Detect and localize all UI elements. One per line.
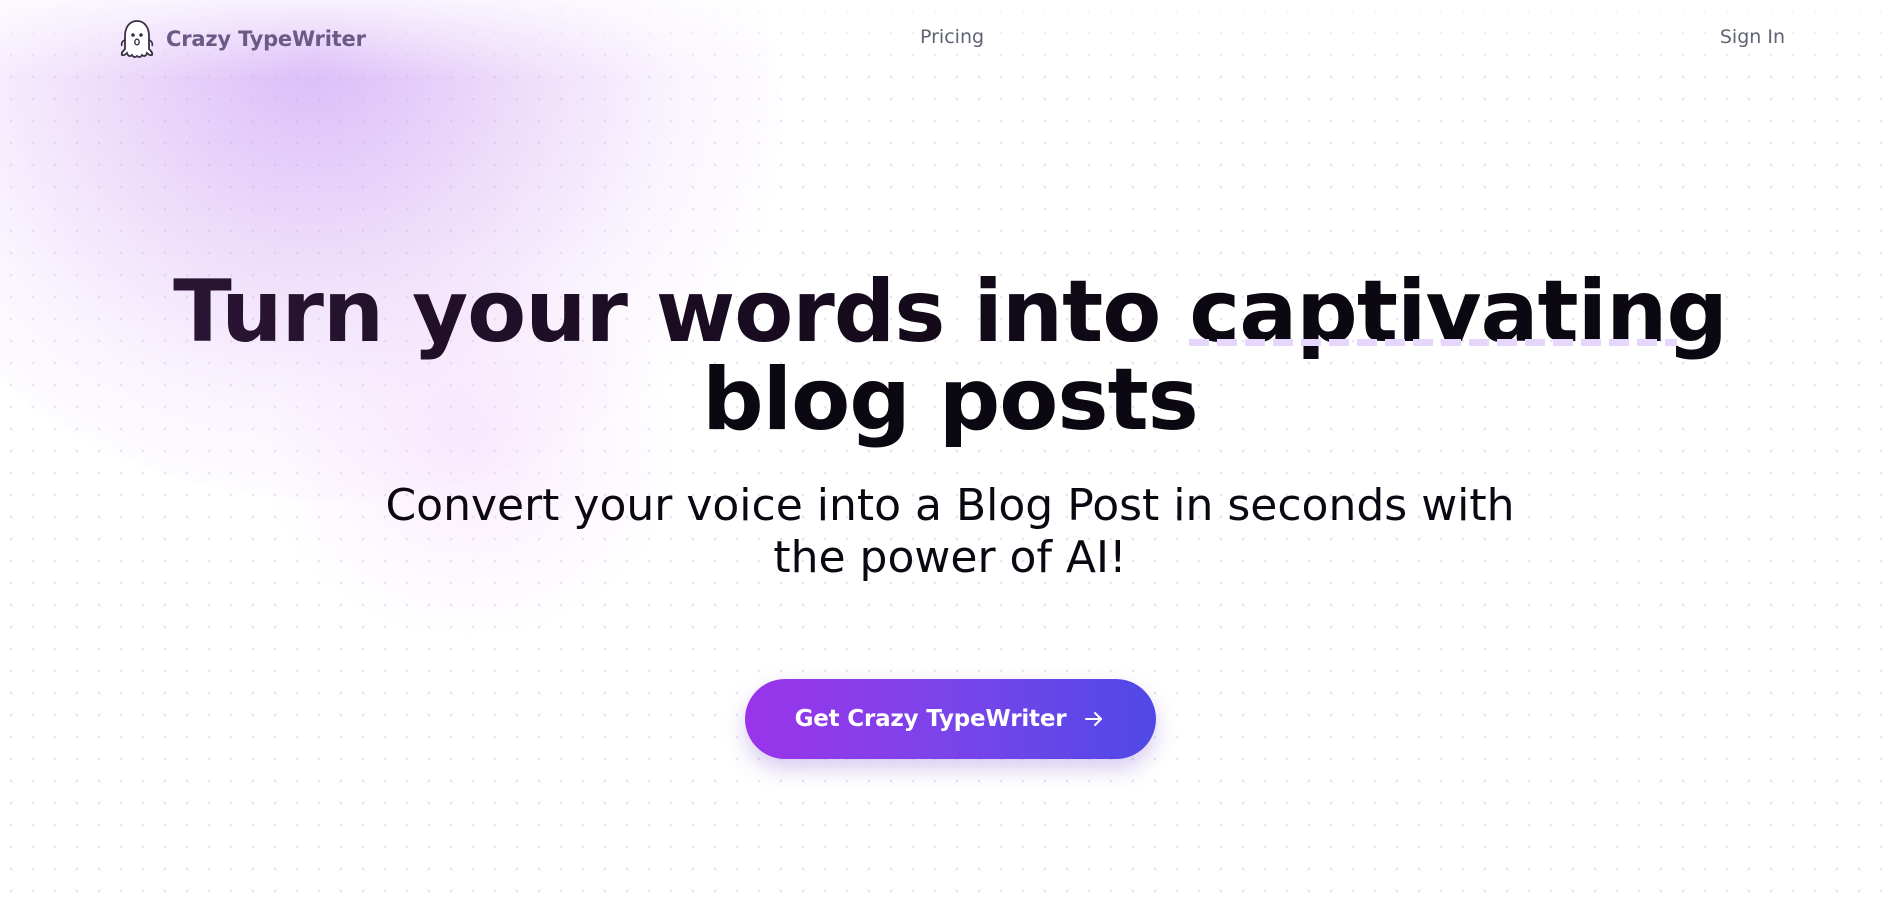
- arrow-right-icon: [1085, 712, 1103, 726]
- hero-title-accent-word: captivating: [1189, 262, 1728, 362]
- hero-subtitle-line1: Convert your voice into a Blog Post in s…: [385, 480, 1515, 531]
- hero-title-line1: Turn your words into captivating: [0, 268, 1900, 356]
- landing-page: Crazy TypeWriter Pricing Sign In Turn yo…: [0, 0, 1900, 908]
- brand-name: Crazy TypeWriter: [166, 27, 366, 51]
- hero-title-lead: Turn your words into: [173, 262, 1190, 362]
- top-nav: Crazy TypeWriter Pricing Sign In: [0, 0, 1900, 80]
- hero-title: Turn your words into captivating blog po…: [0, 268, 1900, 444]
- hero-subtitle: Convert your voice into a Blog Post in s…: [0, 480, 1900, 584]
- nav-link-pricing[interactable]: Pricing: [920, 26, 984, 48]
- ghost-icon: [120, 20, 154, 58]
- hero-subtitle-line2: the power of AI!: [773, 532, 1127, 583]
- hero-title-line2: blog posts: [702, 350, 1199, 450]
- cta-label: Get Crazy TypeWriter: [794, 706, 1067, 732]
- nav-link-sign-in[interactable]: Sign In: [1720, 26, 1785, 48]
- brand-logo-link[interactable]: Crazy TypeWriter: [118, 18, 366, 60]
- get-crazy-typewriter-button[interactable]: Get Crazy TypeWriter: [745, 679, 1156, 759]
